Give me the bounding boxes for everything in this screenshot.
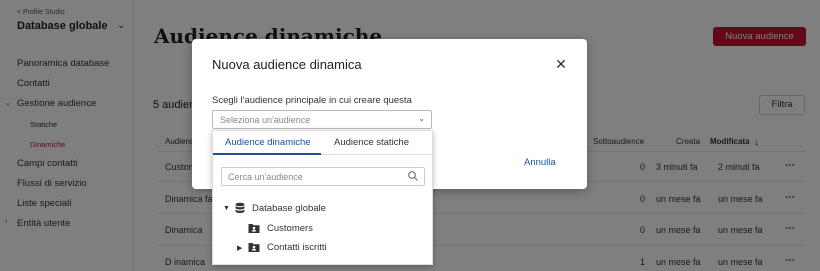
tab-audience-statiche[interactable]: Audience statiche bbox=[334, 137, 409, 148]
chevron-down-icon: ⌄ bbox=[418, 114, 425, 123]
select-label: Scegli l'audience principale in cui crea… bbox=[212, 95, 412, 106]
caret-down-icon[interactable]: ▼ bbox=[223, 205, 230, 212]
tree-node-contatti-iscritti[interactable]: Contatti iscritti bbox=[267, 242, 327, 253]
cancel-button[interactable]: Annulla bbox=[524, 157, 556, 168]
folder-user-icon bbox=[248, 243, 260, 252]
folder-user-icon bbox=[248, 224, 260, 233]
tree-node-customers[interactable]: Customers bbox=[267, 223, 313, 234]
audience-select[interactable]: Seleziona un'audience ⌄ bbox=[212, 110, 432, 129]
database-icon bbox=[235, 202, 245, 213]
audience-search-input[interactable]: Cerca un'audience bbox=[221, 167, 425, 186]
dialog-title: Nuova audience dinamica bbox=[212, 57, 362, 72]
search-icon bbox=[408, 171, 418, 181]
audience-picker-dropdown: Audience dinamiche Audience statiche Cer… bbox=[212, 130, 433, 265]
tree-node-database-globale[interactable]: Database globale bbox=[252, 203, 326, 214]
search-placeholder: Cerca un'audience bbox=[228, 172, 303, 182]
active-tab-indicator bbox=[213, 153, 321, 155]
tab-audience-dinamiche[interactable]: Audience dinamiche bbox=[225, 137, 311, 148]
close-icon[interactable]: ✕ bbox=[554, 57, 568, 71]
caret-right-icon[interactable]: ▶ bbox=[237, 244, 242, 252]
select-placeholder: Seleziona un'audience bbox=[220, 115, 311, 125]
